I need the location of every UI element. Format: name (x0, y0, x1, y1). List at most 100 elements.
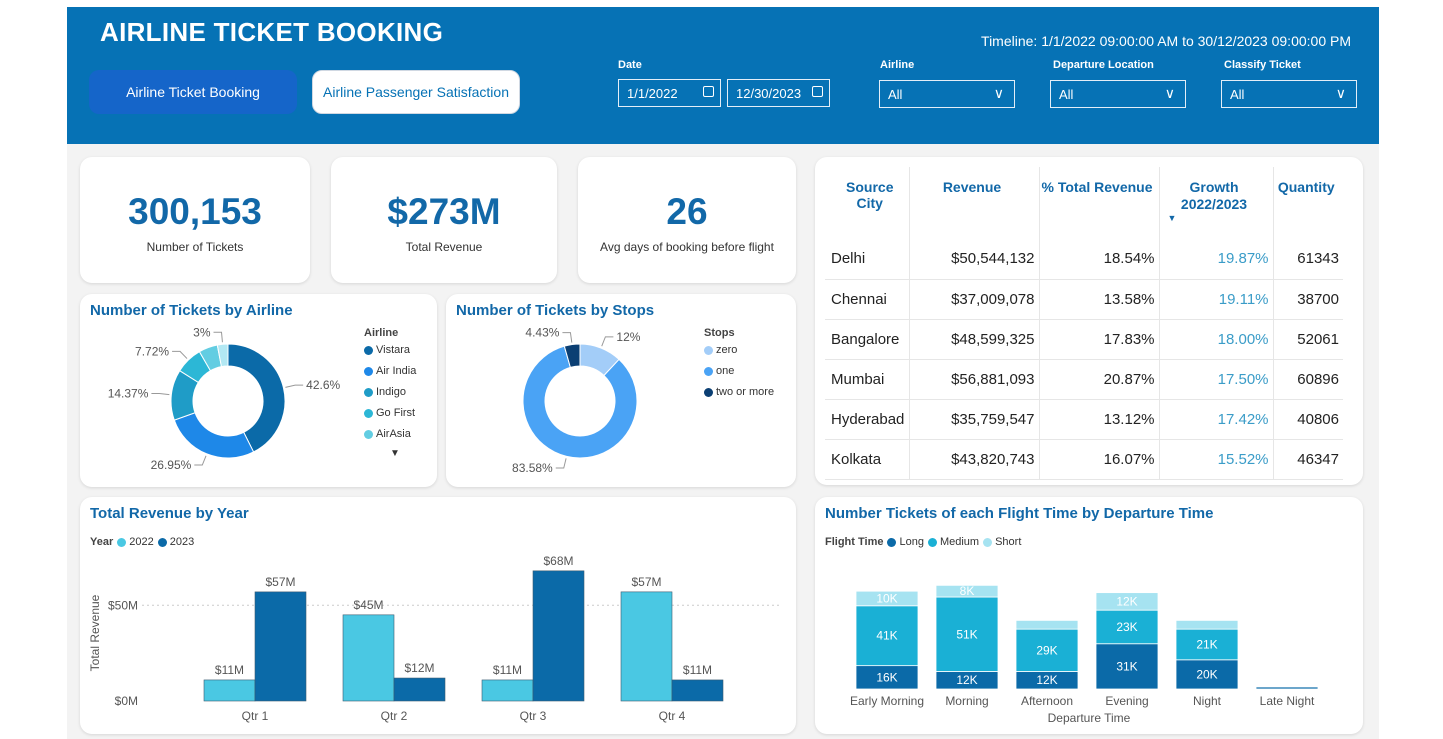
classify-filter-label: Classify Ticket (1224, 59, 1301, 71)
x-tick-label: Qtr 2 (381, 709, 408, 723)
legend-item-zero[interactable]: zero (704, 344, 774, 356)
donut-slice-air-india[interactable] (173, 412, 255, 459)
stack-data-label: 23K (1116, 620, 1137, 634)
col-header-pct-revenue[interactable]: % Total Revenue (1039, 167, 1160, 239)
table-row[interactable]: Chennai $37,009,078 13.58% 19.11% 38700 (825, 279, 1343, 320)
stack-short-night[interactable] (1175, 619, 1239, 630)
bar-2023-qtr-3[interactable] (532, 570, 585, 702)
donut-data-label: 14.37% (108, 386, 149, 400)
table-cell: Delhi (825, 239, 910, 280)
table-cell: 38700 (1273, 279, 1343, 320)
table-cell: 52061 (1273, 319, 1343, 360)
stack-data-label: 21K (1196, 637, 1217, 651)
legend-item-indigo[interactable]: Indigo (364, 386, 416, 398)
col-header-quantity[interactable]: Quantity (1273, 167, 1343, 239)
table-row[interactable]: Bangalore $48,599,325 17.83% 18.00% 52061 (825, 319, 1343, 360)
bar-2023-qtr-2[interactable] (393, 677, 446, 702)
calendar-icon[interactable] (703, 86, 714, 97)
stack-data-label: 12K (1036, 673, 1057, 687)
bar-data-label: $11M (493, 663, 522, 677)
stops-legend: Stops zero one two or more (704, 327, 774, 398)
date-to-input[interactable]: 12/30/2023 (727, 79, 830, 107)
table-row[interactable]: Hyderabad $35,759,547 13.12% 17.42% 40806 (825, 399, 1343, 440)
kpi-revenue-label: Total Revenue (405, 240, 483, 254)
legend-item-air-india[interactable]: Air India (364, 365, 416, 377)
donut-data-label: 4.43% (525, 326, 559, 340)
bar-2022-qtr-3[interactable] (481, 679, 534, 702)
classify-ticket-select[interactable]: All ∨ (1221, 80, 1357, 108)
donut-leader-line (151, 392, 170, 396)
table-cell: 17.42% (1159, 399, 1274, 440)
table-cell: 20.87% (1039, 359, 1160, 400)
canvas: { "header": { "title": "AIRLINE TICKET B… (0, 0, 1443, 739)
table-cell: Hyderabad (825, 399, 910, 440)
legend-item-go-first[interactable]: Go First (364, 407, 416, 419)
revenue-by-year-card: Total Revenue by Year Year 2022 2023 $0M $… (80, 497, 796, 734)
nav-airline-ticket-booking[interactable]: Airline Ticket Booking (89, 70, 297, 114)
col-header-growth[interactable]: Growth 2022/2023 ▼ (1159, 167, 1274, 239)
date-from-input[interactable]: 1/1/2022 (618, 79, 721, 107)
stack-data-label: 20K (1196, 667, 1217, 681)
airline-filter-label: Airline (880, 59, 915, 71)
table-row[interactable]: Mumbai $56,881,093 20.87% 17.50% 60896 (825, 359, 1343, 400)
calendar-icon[interactable] (812, 86, 823, 97)
revenue-bar-svg: $0M $50M Total Revenue $11M $57M Qtr 1 $45M $12… (88, 554, 780, 723)
table-row[interactable]: Kolkata $43,820,743 16.07% 15.52% 46347 (825, 439, 1343, 480)
legend-item-two-or-more[interactable]: two or more (704, 386, 774, 398)
legend-scroll-down-icon[interactable]: ▼ (390, 448, 416, 459)
x-tick-label: Late Night (1260, 694, 1315, 708)
airline-select[interactable]: All ∨ (879, 80, 1015, 108)
col-header-source-city[interactable]: Source City (825, 167, 910, 239)
flight-time-bar-svg: 16K 41K 10K Early Morning 12K 51K 8K Morning 12K… (850, 584, 1319, 725)
donut-data-label: 7.72% (135, 344, 169, 358)
bar-2023-qtr-1[interactable] (254, 591, 307, 702)
donut-leader-line (562, 332, 573, 343)
departure-location-select[interactable]: All ∨ (1050, 80, 1186, 108)
legend-item-one[interactable]: one (704, 365, 774, 377)
bar-2022-qtr-2[interactable] (342, 614, 395, 702)
bar-data-label: $11M (683, 663, 712, 677)
stack-long-late-night[interactable] (1255, 686, 1319, 690)
growth-header-text: Growth 2022/2023 (1180, 179, 1248, 212)
legend-label: one (716, 365, 735, 377)
legend-item-vistara[interactable]: Vistara (364, 344, 416, 356)
table-cell: $35,759,547 (909, 399, 1040, 440)
bar-2022-qtr-4[interactable] (620, 591, 673, 702)
legend-label: Air India (376, 365, 417, 377)
airline-donut: 42.6% 26.95% 14.37% 7.72% 3% (108, 325, 341, 472)
table-cell: 13.12% (1039, 399, 1160, 440)
table-cell: $50,544,132 (909, 239, 1040, 280)
col-header-revenue[interactable]: Revenue (909, 167, 1040, 239)
table-cell: $43,820,743 (909, 439, 1040, 480)
date-from-value: 1/1/2022 (627, 85, 678, 101)
flight-time-card: Number Tickets of each Flight Time by De… (815, 497, 1363, 734)
x-tick-label: Early Morning (850, 694, 924, 708)
legend-item-airasia[interactable]: AirAsia (364, 428, 416, 440)
table-cell: 17.50% (1159, 359, 1274, 400)
table-cell: 40806 (1273, 399, 1343, 440)
legend-label: Go First (376, 407, 416, 419)
stack-data-label: 8K (960, 584, 975, 598)
stack-data-label: 16K (876, 670, 897, 684)
x-tick-label: Morning (945, 694, 988, 708)
timeline-text: Timeline: 1/1/2022 09:00:00 AM to 30/12/… (981, 33, 1351, 49)
table-cell: Bangalore (825, 319, 910, 360)
y-axis-title: Total Revenue (88, 594, 102, 671)
y-tick-label: $0M (115, 694, 138, 708)
donut-data-label: 3% (193, 325, 211, 339)
kpi-card-revenue: $273M Total Revenue (331, 157, 557, 283)
table-cell: 17.83% (1039, 319, 1160, 360)
stack-data-label: 10K (876, 591, 897, 605)
bar-2022-qtr-1[interactable] (203, 679, 256, 702)
legend-dot-icon (364, 429, 373, 439)
nav-airline-passenger-satisfaction[interactable]: Airline Passenger Satisfaction (312, 70, 520, 114)
legend-dot-icon (704, 345, 713, 355)
stack-short-afternoon[interactable] (1015, 619, 1079, 630)
bar-2023-qtr-4[interactable] (671, 679, 724, 702)
donut-leader-line (194, 455, 207, 466)
stops-legend-items: zero one two or more (704, 344, 774, 398)
legend-label: AirAsia (376, 428, 411, 440)
table-row[interactable]: Delhi $50,544,132 18.54% 19.87% 61343 (825, 239, 1343, 280)
stack-data-label: 29K (1036, 643, 1057, 657)
dashboard-title: AIRLINE TICKET BOOKING (100, 17, 444, 47)
